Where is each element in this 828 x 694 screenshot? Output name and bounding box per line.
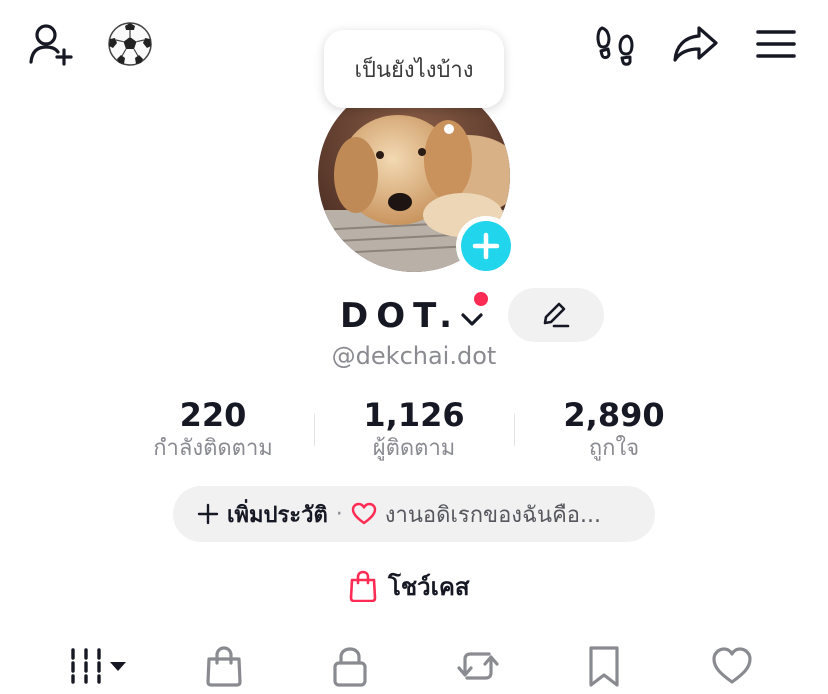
bookmark-icon [589, 646, 619, 687]
lock-icon [333, 647, 367, 687]
bio-separator: · [335, 501, 343, 527]
heart-icon [351, 502, 376, 525]
status-bubble-text: เป็นยังไงบ้าง [354, 57, 474, 83]
pencil-icon [543, 302, 570, 328]
display-name: DOT. [340, 296, 461, 336]
tab-videos[interactable] [62, 644, 132, 694]
notification-dot [472, 290, 490, 308]
add-friend-icon[interactable] [26, 20, 78, 68]
status-bubble-tail [444, 124, 454, 134]
stat-followers-count: 1,126 [363, 396, 465, 434]
account-switcher[interactable]: DOT. [340, 292, 486, 340]
status-bubble[interactable]: เป็นยังไงบ้าง [324, 30, 504, 108]
tab-saved[interactable] [574, 644, 634, 694]
menu-icon[interactable] [750, 20, 802, 68]
stat-followers[interactable]: 1,126 ผู้ติดตาม [314, 396, 514, 464]
videos-grid-icon [71, 648, 126, 684]
username: @dekchai.dot [331, 342, 497, 370]
stat-likes[interactable]: 2,890 ถูกใจ [514, 396, 714, 464]
shopping-bag-icon [349, 570, 377, 602]
footprints-icon[interactable] [590, 20, 642, 68]
stat-likes-count: 2,890 [563, 396, 665, 434]
stat-following-count: 220 [179, 396, 247, 434]
repost-icon [457, 652, 499, 680]
bio-prompt-text: งานอดิเรกของฉันคือ... [384, 502, 601, 528]
shop-bag-icon [206, 646, 242, 687]
edit-profile-button[interactable] [508, 288, 604, 342]
tab-shop[interactable] [194, 644, 254, 694]
heart-icon [712, 647, 752, 684]
chevron-down-icon [461, 313, 483, 326]
add-bio-button[interactable]: เพิ่มประวัติ · งานอดิเรกของฉันคือ... [173, 486, 655, 542]
stat-following[interactable]: 220 กำลังติดตาม [113, 396, 313, 464]
add-bio-label: เพิ่มประวัติ [227, 502, 328, 528]
showcase-link[interactable]: โชว์เคส [348, 566, 470, 606]
soccer-ball-icon[interactable] [104, 20, 156, 68]
plus-icon [472, 232, 500, 260]
tab-private[interactable] [320, 644, 380, 694]
showcase-label: โชว์เคส [388, 572, 470, 601]
plus-icon [197, 503, 219, 525]
add-story-button[interactable] [456, 216, 516, 276]
stat-followers-label: ผู้ติดตาม [372, 436, 456, 461]
tab-repost[interactable] [448, 644, 508, 694]
stat-likes-label: ถูกใจ [588, 436, 640, 461]
share-icon[interactable] [668, 20, 724, 68]
tab-liked[interactable] [702, 644, 762, 694]
stat-following-label: กำลังติดตาม [153, 436, 273, 461]
